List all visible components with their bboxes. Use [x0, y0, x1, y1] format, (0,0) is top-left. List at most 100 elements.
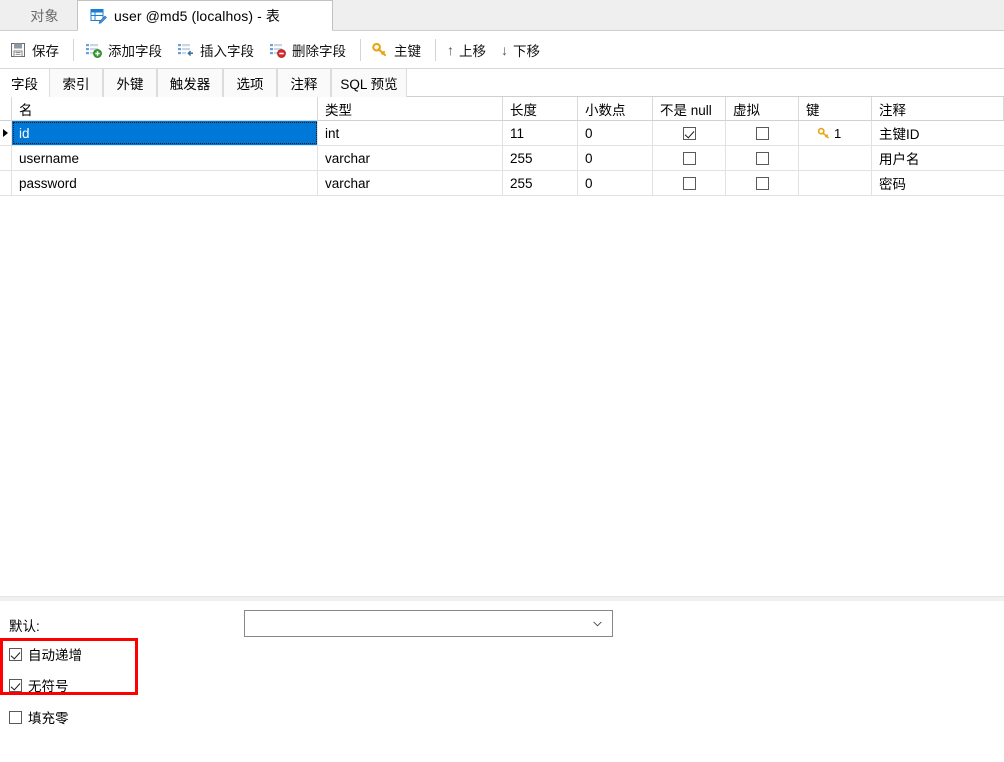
field-virtual-cell[interactable]	[726, 171, 799, 195]
field-virtual-cell[interactable]	[726, 121, 799, 145]
field-comment-cell[interactable]: 主键ID	[872, 121, 1004, 145]
virtual-checkbox[interactable]	[755, 126, 769, 140]
tab-user-table-label: user @md5 (localhos) - 表	[114, 7, 280, 24]
grid-header-not-null[interactable]: 不是 null	[653, 97, 726, 120]
field-type-cell[interactable]: varchar	[318, 171, 503, 195]
save-button-label: 保存	[32, 43, 59, 59]
grid-header-name[interactable]: 名	[12, 97, 318, 120]
delete-field-icon	[269, 42, 286, 58]
move-up-button-label: 上移	[459, 43, 486, 59]
tab-options[interactable]: 选项	[223, 69, 277, 97]
tab-foreign-keys[interactable]: 外键	[103, 69, 157, 97]
table-row[interactable]: username varchar 255 0 用户名	[0, 146, 1004, 171]
field-not-null-cell[interactable]	[653, 121, 726, 145]
tab-fields[interactable]: 字段	[0, 69, 49, 97]
grid-header-length[interactable]: 长度	[503, 97, 578, 120]
auto-increment-checkbox[interactable]	[9, 647, 22, 661]
delete-field-button[interactable]: 删除字段	[263, 35, 355, 65]
field-comment-cell[interactable]: 密码	[872, 171, 1004, 195]
tab-triggers[interactable]: 触发器	[157, 69, 223, 97]
not-null-checkbox[interactable]	[682, 151, 696, 165]
field-properties-panel: 默认: 自动递增 无符号 填充零	[0, 601, 1004, 762]
tab-comment[interactable]: 注释	[277, 69, 331, 97]
tab-sql-preview[interactable]: SQL 预览	[331, 69, 407, 97]
tab-foreign-keys-label: 外键	[116, 77, 144, 92]
move-up-button[interactable]: ↑ 上移	[441, 35, 495, 65]
key-order-number: 1	[834, 125, 842, 141]
chevron-down-icon	[593, 621, 602, 626]
delete-field-button-label: 删除字段	[292, 43, 346, 59]
primary-key-icon	[817, 127, 829, 138]
tab-objects-label: 对象	[30, 7, 59, 24]
row-pointer-icon	[3, 129, 8, 137]
field-decimals-cell[interactable]: 0	[578, 171, 653, 195]
grid-header-type[interactable]: 类型	[318, 97, 503, 120]
field-decimals-cell[interactable]: 0	[578, 146, 653, 170]
field-type-cell[interactable]: int	[318, 121, 503, 145]
primary-key-icon	[372, 42, 388, 58]
window-tab-strip: 对象 user @md5 (localhos) - 表	[0, 0, 1004, 31]
field-name-cell[interactable]: password	[12, 171, 318, 195]
tab-indexes[interactable]: 索引	[49, 69, 103, 97]
table-row[interactable]: id int 11 0 1 主键ID	[0, 121, 1004, 146]
default-label: 默认:	[9, 619, 40, 634]
default-value-combobox[interactable]	[244, 610, 613, 637]
not-null-checkbox[interactable]	[682, 176, 696, 190]
unsigned-checkbox[interactable]	[9, 678, 22, 692]
table-row[interactable]: password varchar 255 0 密码	[0, 171, 1004, 196]
grid-header-virtual[interactable]: 虚拟	[726, 97, 799, 120]
add-field-icon	[85, 42, 102, 58]
grid-header-key[interactable]: 键	[799, 97, 872, 120]
insert-field-button-label: 插入字段	[200, 43, 254, 59]
unsigned-checkbox-row[interactable]: 无符号	[9, 675, 69, 695]
auto-increment-checkbox-row[interactable]: 自动递增	[9, 644, 82, 664]
tab-triggers-label: 触发器	[169, 77, 211, 92]
editor-tab-bar: 字段 索引 外键 触发器 选项 注释 SQL 预览	[0, 69, 1004, 97]
zerofill-checkbox-row[interactable]: 填充零	[9, 707, 69, 727]
grid-header-comment[interactable]: 注释	[872, 97, 1004, 120]
save-button[interactable]: 保存	[4, 35, 68, 65]
field-length-cell[interactable]: 255	[503, 171, 578, 195]
tab-sql-preview-label: SQL 预览	[340, 77, 398, 92]
unsigned-label: 无符号	[28, 679, 69, 694]
tab-objects[interactable]: 对象	[12, 0, 77, 31]
field-length-cell[interactable]: 11	[503, 121, 578, 145]
table-edit-icon	[90, 8, 107, 24]
field-key-cell[interactable]	[799, 171, 872, 195]
arrow-down-icon: ↓	[501, 41, 508, 58]
virtual-checkbox[interactable]	[755, 151, 769, 165]
grid-header-indicator	[0, 97, 12, 120]
tab-user-table[interactable]: user @md5 (localhos) - 表	[77, 0, 333, 31]
add-field-button[interactable]: 添加字段	[79, 35, 171, 65]
field-key-cell[interactable]: 1	[799, 121, 872, 145]
move-down-button-label: 下移	[513, 43, 540, 59]
insert-field-button[interactable]: 插入字段	[171, 35, 263, 65]
row-indicator	[0, 146, 12, 170]
row-indicator	[0, 121, 12, 145]
fields-grid[interactable]: 名 类型 长度 小数点 不是 null 虚拟 键 注释 id int 11 0 …	[0, 97, 1004, 196]
field-key-cell[interactable]	[799, 146, 872, 170]
add-field-button-label: 添加字段	[108, 43, 162, 59]
field-name-cell[interactable]: username	[12, 146, 318, 170]
field-not-null-cell[interactable]	[653, 171, 726, 195]
toolbar: 保存 添加字段 插入字段 删除字段 主键 ↑ 上移 ↓ 下移	[0, 31, 1004, 69]
field-length-cell[interactable]: 255	[503, 146, 578, 170]
field-name-cell[interactable]: id	[12, 121, 318, 145]
primary-key-button-label: 主键	[394, 43, 421, 59]
virtual-checkbox[interactable]	[755, 176, 769, 190]
primary-key-button[interactable]: 主键	[366, 35, 430, 65]
arrow-up-icon: ↑	[447, 41, 454, 58]
tab-options-label: 选项	[236, 77, 264, 92]
not-null-checkbox[interactable]	[682, 126, 696, 140]
toolbar-separator-2	[360, 38, 361, 61]
field-comment-cell[interactable]: 用户名	[872, 146, 1004, 170]
field-type-cell[interactable]: varchar	[318, 146, 503, 170]
zerofill-checkbox[interactable]	[9, 710, 22, 724]
move-down-button[interactable]: ↓ 下移	[495, 35, 549, 65]
field-not-null-cell[interactable]	[653, 146, 726, 170]
field-virtual-cell[interactable]	[726, 146, 799, 170]
save-icon	[10, 42, 26, 58]
grid-header-decimals[interactable]: 小数点	[578, 97, 653, 120]
field-decimals-cell[interactable]: 0	[578, 121, 653, 145]
tab-indexes-label: 索引	[62, 77, 90, 92]
